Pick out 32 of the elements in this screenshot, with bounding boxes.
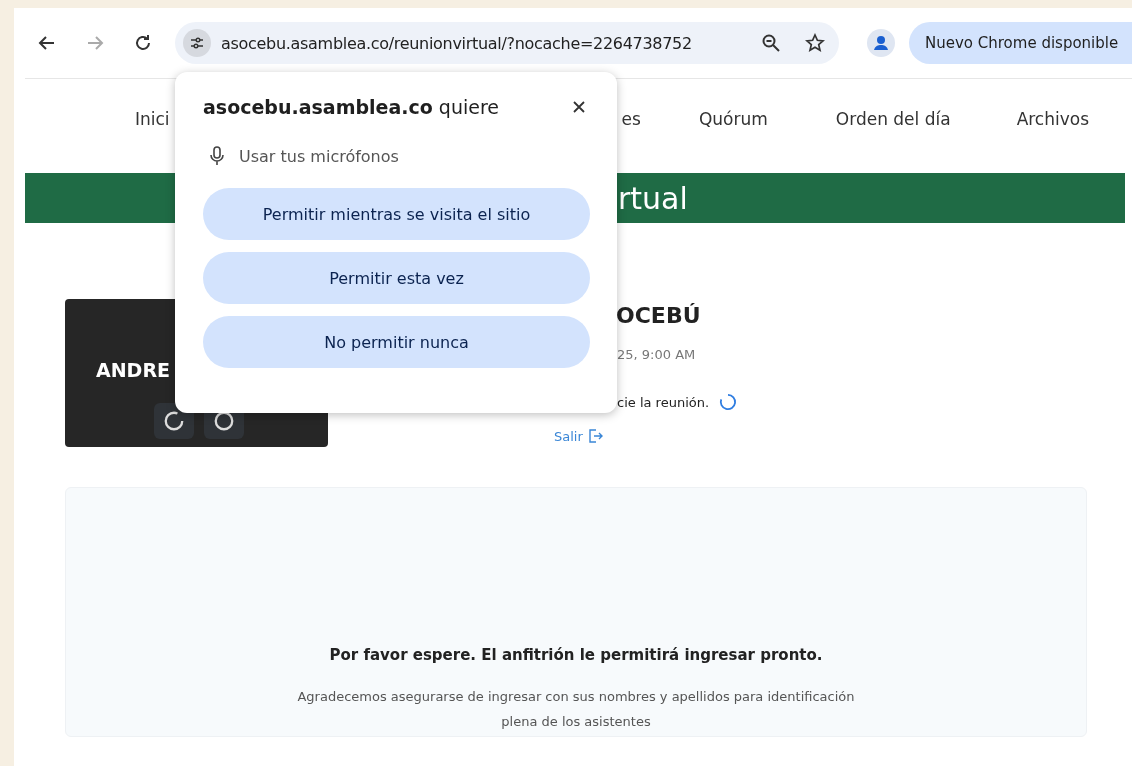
close-icon[interactable] (571, 99, 587, 115)
reload-icon[interactable] (133, 33, 153, 53)
nav-link[interactable]: Orden del día (835, 109, 951, 129)
popup-title: asocebu.asamblea.co quiere (203, 96, 499, 118)
address-bar[interactable]: asocebu.asamblea.co/reunionvirtual/?nocache=2264738752 (175, 22, 839, 64)
site-settings-icon[interactable] (183, 29, 211, 57)
permission-button[interactable]: No permitir nunca (203, 316, 590, 368)
permission-request: Usar tus micrófonos (239, 146, 399, 166)
nav-link[interactable]: Quórum (698, 109, 768, 129)
spinner-icon (213, 410, 235, 432)
microphone-icon (209, 146, 225, 166)
zoom-icon[interactable] (761, 33, 781, 53)
status-text: cie la reunión. (617, 394, 710, 410)
permission-button[interactable]: Permitir esta vez (203, 252, 590, 304)
update-chrome-button[interactable]: Nuevo Chrome disponible (909, 22, 1132, 64)
nav-link[interactable]: Archivos (1016, 109, 1090, 129)
exit-icon (586, 428, 603, 444)
waiting-message: Por favor espere. El anfitrión le permitirá ingresar pronto. (329, 646, 823, 664)
spinner-icon (163, 410, 185, 432)
banner-title: rtual (618, 180, 688, 216)
loading-spinner-icon (719, 393, 738, 411)
star-icon[interactable] (805, 33, 825, 53)
meeting-title: OCEBÚ (616, 303, 701, 328)
identification-note: Agradecemos asegurarse de ingresar con sus nombres y apellidos para identificación plena de los asistentes (296, 688, 856, 731)
participant-name: ANDRE (96, 359, 170, 381)
url-text: asocebu.asamblea.co/reunionvirtual/?nocache=2264738752 (221, 33, 693, 53)
nav-link[interactable]: Inici (135, 109, 170, 129)
nav-link[interactable]: es (621, 109, 641, 129)
exit-link[interactable]: Salir (554, 428, 603, 444)
permission-button[interactable]: Permitir mientras se visita el sitio (203, 188, 590, 240)
profile-icon[interactable] (867, 29, 895, 57)
meeting-date: 25, 9:00 AM (617, 347, 696, 362)
